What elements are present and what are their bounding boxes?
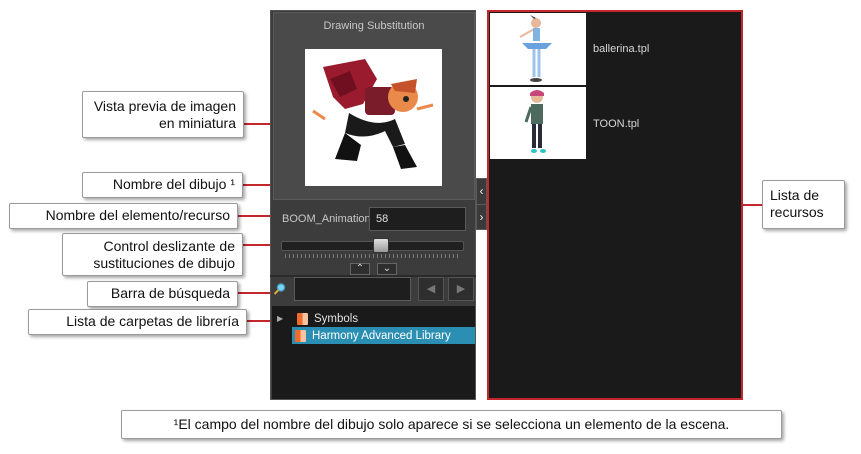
ballerina-thumbnail bbox=[519, 15, 552, 82]
tree-item-label: Harmony Advanced Library bbox=[312, 329, 451, 342]
character-thumbnail-image bbox=[312, 59, 434, 169]
callout-element-name: Nombre del elemento/recurso bbox=[9, 203, 238, 229]
slider-ticks bbox=[285, 254, 460, 258]
thumbnail-preview bbox=[305, 49, 442, 186]
expand-arrow-icon[interactable]: ▶ bbox=[275, 314, 297, 323]
panel-collapse-strip[interactable]: ‹ › bbox=[476, 178, 487, 230]
template-label[interactable]: ballerina.tpl bbox=[593, 43, 649, 55]
callout-slider: Control deslizante de sustituciones de d… bbox=[62, 233, 243, 276]
callout-thumbnail-preview: Vista previa de imagen en miniatura bbox=[82, 91, 244, 138]
callout-resource-list: Lista de recursos bbox=[762, 180, 845, 229]
slider-handle[interactable] bbox=[372, 238, 389, 253]
chevron-up-icon[interactable]: ⌃ bbox=[350, 263, 370, 275]
tree-item-label: Symbols bbox=[314, 312, 359, 325]
chevron-left-icon[interactable]: ‹ bbox=[477, 179, 486, 205]
callout-search-bar: Barra de búsqueda bbox=[87, 281, 238, 307]
footnote: ¹El campo del nombre del dibujo solo apa… bbox=[121, 410, 782, 439]
panel-title: Drawing Substitution bbox=[323, 20, 425, 32]
callout-folder-list: Lista de carpetas de librería bbox=[28, 309, 247, 335]
drawing-name-field[interactable]: 58 bbox=[369, 207, 466, 231]
element-name-label: BOOM_Animation bbox=[282, 213, 371, 225]
callout-drawing-name: Nombre del dibujo ¹ bbox=[82, 172, 243, 198]
toon-thumbnail bbox=[524, 90, 546, 153]
previous-button[interactable]: ◀ bbox=[418, 277, 444, 301]
folder-icon bbox=[295, 329, 306, 342]
search-icon bbox=[273, 282, 287, 296]
chevron-right-icon[interactable]: › bbox=[477, 205, 486, 230]
next-button[interactable]: ▶ bbox=[448, 277, 474, 301]
tree-item-symbols[interactable]: ▶ Symbols bbox=[275, 310, 475, 327]
template-thumbnail[interactable] bbox=[490, 13, 586, 85]
template-thumbnail[interactable] bbox=[490, 87, 586, 159]
tree-item-harmony-library[interactable]: Harmony Advanced Library bbox=[292, 327, 475, 344]
template-label[interactable]: TOON.tpl bbox=[593, 118, 639, 130]
search-input[interactable] bbox=[294, 277, 411, 301]
folder-icon bbox=[297, 312, 308, 325]
chevron-down-icon[interactable]: ⌄ bbox=[377, 263, 397, 275]
